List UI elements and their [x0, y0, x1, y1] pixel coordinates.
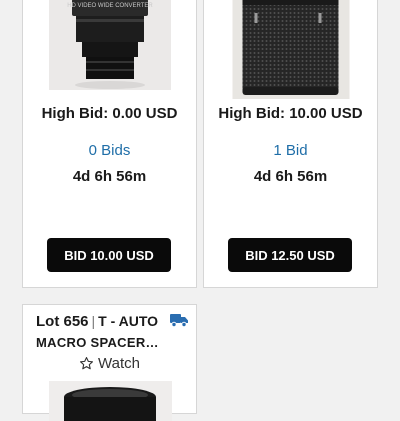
lot-title-line2[interactable]: MACRO SPACER… — [36, 335, 176, 350]
watch-label: Watch — [98, 355, 140, 372]
bid-button[interactable]: BID 12.50 USD — [228, 238, 352, 272]
lot-title-line1: T - AUTO — [98, 313, 159, 329]
truck-icon — [170, 314, 188, 327]
lot-title[interactable]: Lot 656 | T - AUTO — [36, 313, 176, 330]
bid-count-link[interactable]: 0 Bids — [23, 142, 196, 159]
bid-count-link[interactable]: 1 Bid — [204, 142, 377, 159]
lens-label-text: HD VIDEO WIDE CONVERTER — [67, 3, 153, 9]
product-image[interactable] — [232, 0, 349, 99]
lot-number: Lot 656 — [36, 313, 89, 330]
product-image[interactable]: HD VIDEO WIDE CONVERTER — [48, 0, 171, 90]
time-left-text: 4d 6h 56m — [72, 168, 147, 185]
lot-card: Lot 656 | T - AUTO MACRO SPACER… Watch — [22, 304, 197, 421]
time-left-text: 4d 6h 56m — [253, 168, 328, 185]
product-image[interactable] — [49, 381, 172, 421]
star-outline-icon — [80, 357, 94, 370]
lot-card: High Bid: 10.00 USD 1 Bid 4d 6h 56m BID … — [203, 0, 378, 288]
watch-button[interactable]: Watch — [23, 355, 196, 372]
high-bid-text: High Bid: 10.00 USD — [218, 105, 363, 122]
high-bid-text: High Bid: 0.00 USD — [41, 105, 178, 122]
lot-card: HD VIDEO WIDE CONVERTER High Bid: 0.00 U… — [22, 0, 197, 288]
lot-separator: | — [91, 313, 96, 329]
bid-button[interactable]: BID 10.00 USD — [47, 238, 171, 272]
